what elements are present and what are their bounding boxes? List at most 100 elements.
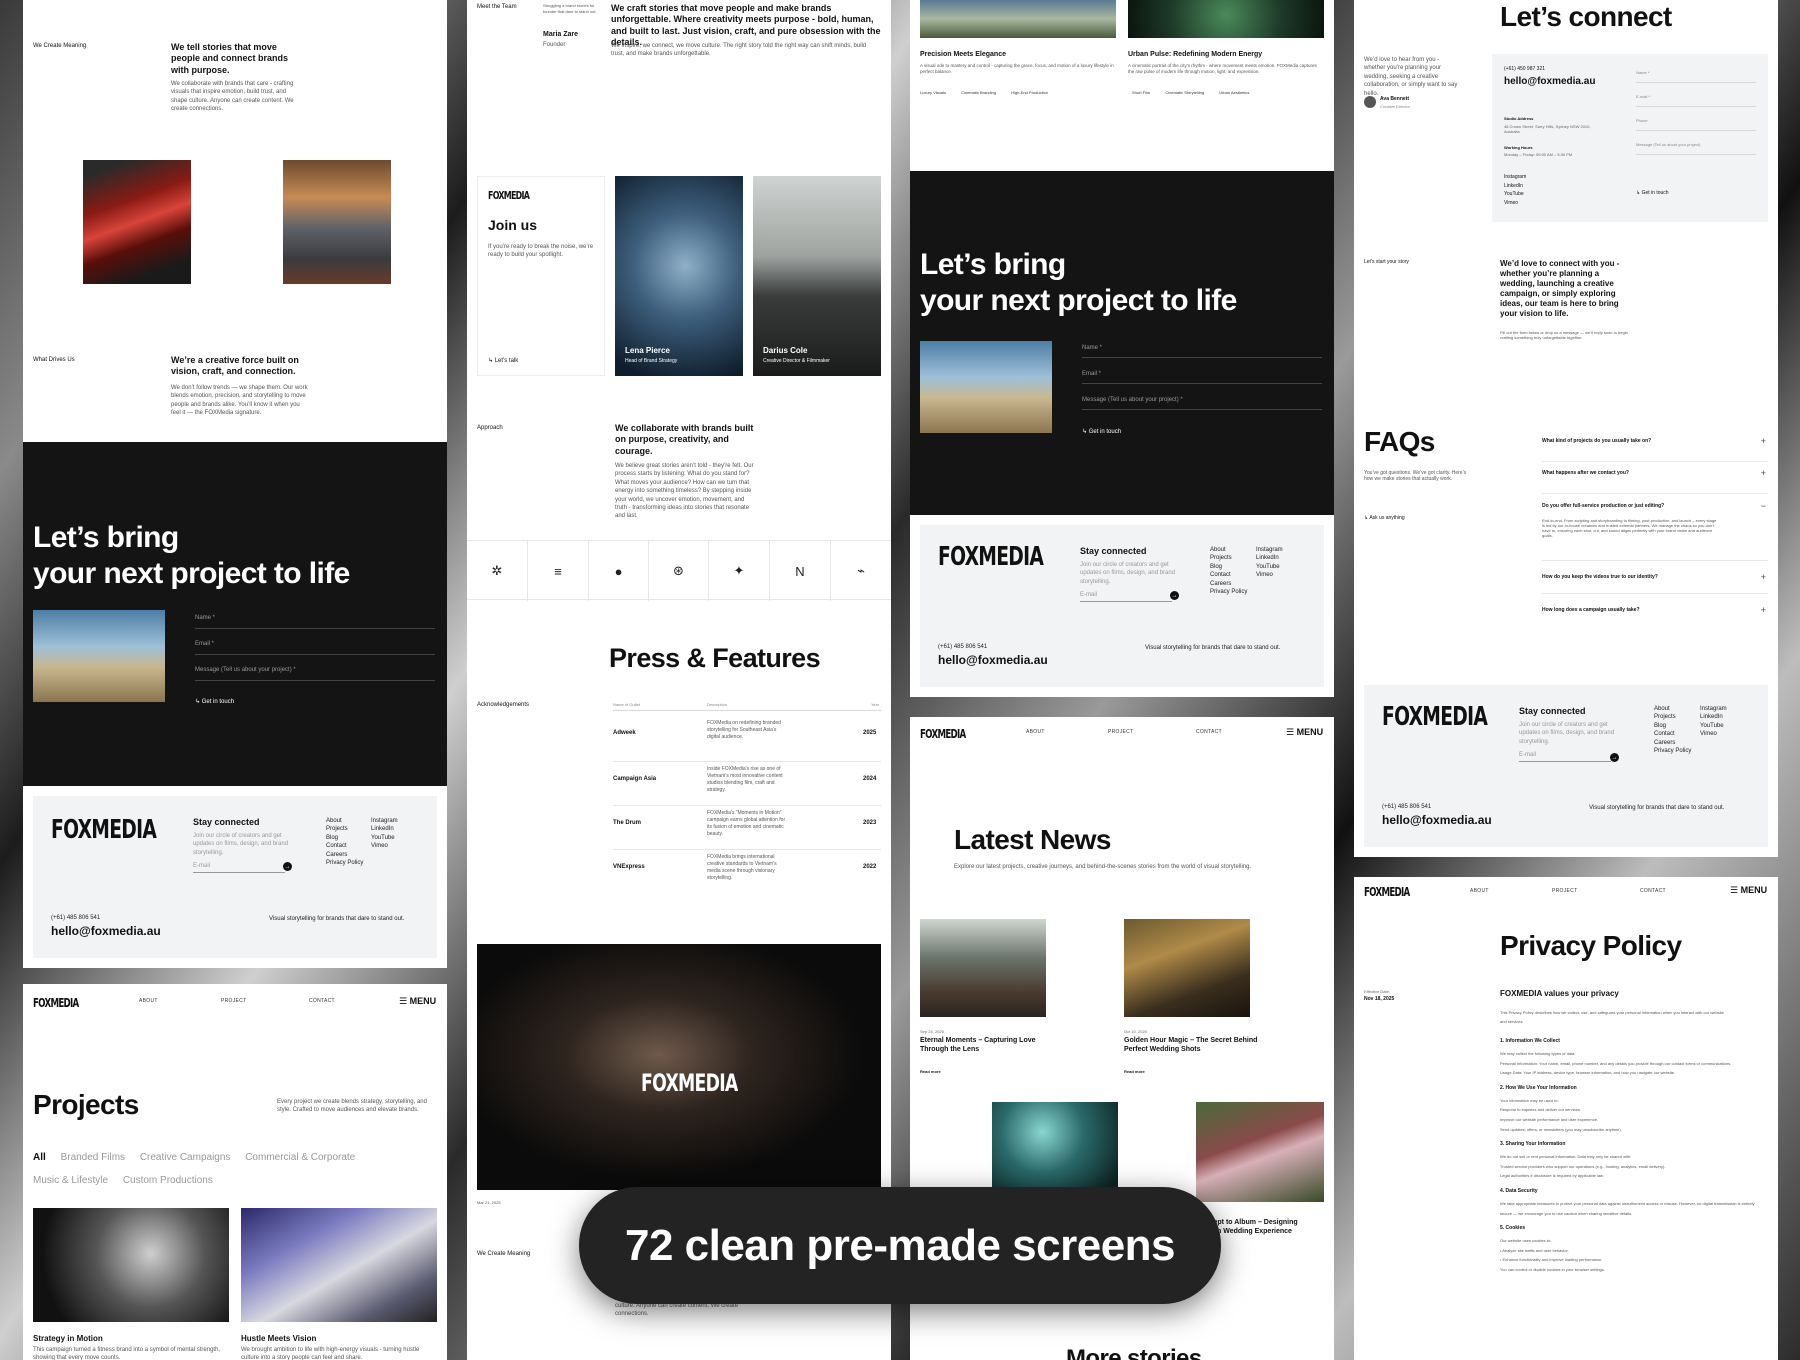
message-field[interactable]: Message (Tell us about your project) (1636, 142, 1700, 147)
news-photo-office[interactable] (920, 919, 1046, 1017)
footer-link[interactable]: Privacy Policy (1654, 747, 1691, 755)
news-title[interactable]: Golden Hour Magic – The Secret Behind Pe… (1124, 1037, 1264, 1055)
read-more-link[interactable]: Read more (920, 1069, 941, 1074)
footer-link[interactable]: Contact (1210, 571, 1247, 579)
project-title[interactable]: Strategy in Motion (33, 1334, 103, 1344)
social-link[interactable]: Instagram (1700, 705, 1727, 713)
chess-photo[interactable] (33, 1208, 229, 1322)
footer-link[interactable]: Blog (1210, 563, 1247, 571)
name-field[interactable]: Name * (195, 614, 215, 622)
name-field[interactable]: Name * (1636, 70, 1649, 75)
newsletter-email-input[interactable]: E-mail (193, 862, 210, 870)
get-in-touch-button[interactable]: ↳ Get in touch (195, 698, 234, 706)
project-photo-mountain[interactable] (920, 0, 1116, 38)
nav-about[interactable]: ABOUT (1026, 729, 1045, 735)
message-field[interactable]: Message (Tell us about your project) * (1082, 396, 1183, 404)
newsletter-email-input[interactable]: E-mail (1080, 591, 1097, 599)
faq-item[interactable]: How long does a campaign usually take? + (1542, 597, 1768, 627)
money-photo[interactable] (241, 1208, 437, 1322)
social-link[interactable]: YouTube (1504, 190, 1526, 199)
filter-creative-campaigns[interactable]: Creative Campaigns (140, 1152, 231, 1163)
footer-link[interactable]: Blog (326, 834, 363, 842)
footer-link[interactable]: Careers (326, 851, 363, 859)
project-title[interactable]: Hustle Meets Vision (241, 1334, 316, 1344)
name-field[interactable]: Name * (1082, 344, 1102, 352)
read-more-link[interactable]: Read more (1124, 1069, 1145, 1074)
footer-link[interactable]: Contact (326, 842, 363, 850)
menu-button[interactable]: ☰ MENU (399, 996, 436, 1007)
nav-project[interactable]: PROJECT (221, 998, 246, 1004)
social-link[interactable]: Instagram (371, 817, 398, 825)
nav-logo[interactable]: FOXMEDIA (1364, 885, 1410, 900)
email-field[interactable]: E-mail * (1636, 94, 1650, 99)
news-photo-garden[interactable] (1196, 1102, 1324, 1202)
footer-email[interactable]: hello@foxmedia.au (1382, 813, 1492, 828)
phone-field[interactable]: Phone (1636, 118, 1648, 123)
social-link[interactable]: Instagram (1504, 173, 1526, 182)
footer-link[interactable]: Careers (1210, 580, 1247, 588)
nav-about[interactable]: ABOUT (139, 998, 158, 1004)
social-link[interactable]: Vimeo (1700, 730, 1727, 738)
news-photo-rally[interactable] (1124, 919, 1250, 1017)
nav-logo[interactable]: FOXMEDIA (920, 727, 966, 742)
footer-link[interactable]: Projects (1210, 554, 1247, 562)
social-link[interactable]: Instagram (1256, 546, 1283, 554)
email-field[interactable]: Email * (195, 640, 214, 648)
project-title[interactable]: Precision Meets Elegance (920, 51, 1006, 60)
menu-button[interactable]: ☰ MENU (1730, 885, 1767, 896)
email-field[interactable]: Email * (1082, 370, 1101, 378)
faq-item[interactable]: How do you keep the videos true to our i… (1542, 564, 1768, 594)
footer-email[interactable]: hello@foxmedia.au (938, 653, 1048, 668)
footer-email[interactable]: hello@foxmedia.au (51, 924, 161, 939)
footer-link[interactable]: About (326, 817, 363, 825)
social-link[interactable]: Vimeo (1256, 571, 1283, 579)
get-in-touch-button[interactable]: ↳ Get in touch (1082, 428, 1121, 436)
social-link[interactable]: Vimeo (371, 842, 398, 850)
subscribe-button[interactable]: → (283, 862, 292, 871)
footer-link[interactable]: Privacy Policy (1210, 588, 1247, 596)
footer-link[interactable]: Privacy Policy (326, 859, 363, 867)
nav-about[interactable]: ABOUT (1470, 888, 1489, 894)
message-field[interactable]: Message (Tell us about your project) * (195, 666, 296, 674)
faq-item[interactable]: What kind of projects do you usually tak… (1542, 432, 1768, 462)
footer-link[interactable]: Projects (326, 825, 363, 833)
social-link[interactable]: LinkedIn (371, 825, 398, 833)
ask-link[interactable]: ↳ Ask us anything (1364, 515, 1405, 521)
footer-link[interactable]: Contact (1654, 730, 1691, 738)
nav-logo[interactable]: FOXMEDIA (33, 996, 79, 1011)
nav-contact[interactable]: CONTACT (309, 998, 335, 1004)
newsletter-email-input[interactable]: E-mail (1519, 751, 1536, 759)
menu-button[interactable]: ☰ MENU (1286, 727, 1323, 738)
project-title[interactable]: Urban Pulse: Redefining Modern Energy (1128, 51, 1262, 60)
faq-item-open[interactable]: Do you offer full-service production or … (1542, 497, 1768, 561)
contact-email[interactable]: hello@foxmedia.au (1504, 76, 1595, 89)
news-title[interactable]: Eternal Moments – Capturing Love Through… (920, 1037, 1060, 1055)
social-link[interactable]: YouTube (1256, 563, 1283, 571)
footer-link[interactable]: Careers (1654, 739, 1691, 747)
subscribe-button[interactable]: → (1610, 753, 1619, 762)
social-link[interactable]: LinkedIn (1504, 182, 1526, 191)
social-link[interactable]: Vimeo (1504, 199, 1526, 208)
get-in-touch-button[interactable]: ↳ Get in touch (1636, 190, 1669, 196)
filter-custom-productions[interactable]: Custom Productions (123, 1175, 213, 1186)
lets-talk-button[interactable]: ↳ Let’s talk (488, 357, 518, 365)
nav-contact[interactable]: CONTACT (1640, 888, 1666, 894)
social-link[interactable]: YouTube (1700, 722, 1727, 730)
project-photo-urban[interactable] (1128, 0, 1324, 38)
filter-branded-films[interactable]: Branded Films (61, 1152, 125, 1163)
nav-project[interactable]: PROJECT (1108, 729, 1133, 735)
social-link[interactable]: YouTube (371, 834, 398, 842)
filter-all[interactable]: All (33, 1152, 46, 1163)
filter-music-lifestyle[interactable]: Music & Lifestyle (33, 1175, 108, 1186)
filter-commercial[interactable]: Commercial & Corporate (245, 1152, 355, 1163)
footer-link[interactable]: About (1654, 705, 1691, 713)
faq-item[interactable]: What happens after we contact you? + (1542, 464, 1768, 494)
nav-contact[interactable]: CONTACT (1196, 729, 1222, 735)
nav-project[interactable]: PROJECT (1552, 888, 1577, 894)
footer-link[interactable]: Blog (1654, 722, 1691, 730)
social-link[interactable]: LinkedIn (1700, 713, 1727, 721)
social-link[interactable]: LinkedIn (1256, 554, 1283, 562)
footer-link[interactable]: About (1210, 546, 1247, 554)
subscribe-button[interactable]: → (1170, 591, 1179, 600)
footer-link[interactable]: Projects (1654, 713, 1691, 721)
